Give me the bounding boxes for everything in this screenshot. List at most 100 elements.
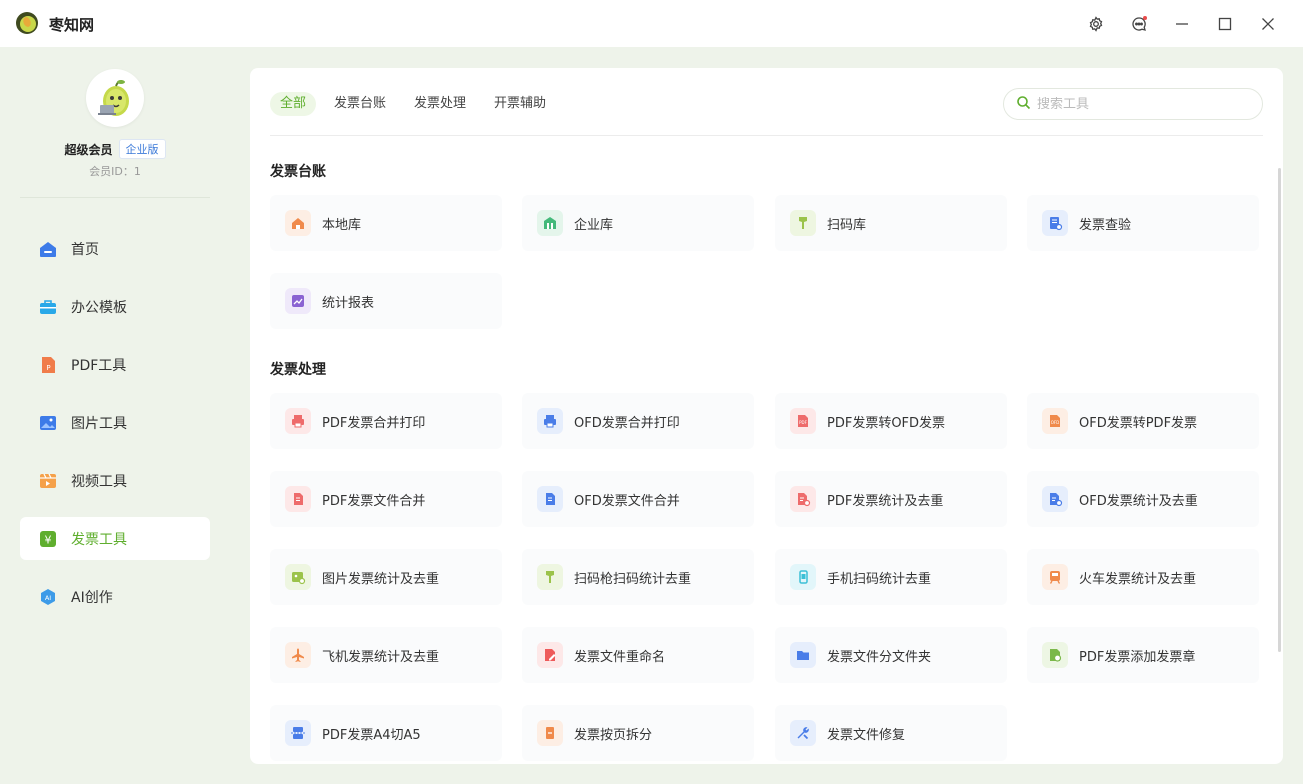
tool-card[interactable]: OFD发票统计及去重 bbox=[1027, 471, 1259, 527]
tool-card[interactable]: PDF发票合并打印 bbox=[270, 393, 502, 449]
tool-card[interactable]: PDF发票文件合并 bbox=[270, 471, 502, 527]
tool-card-label: 本地库 bbox=[322, 217, 362, 233]
search-icon bbox=[1016, 95, 1037, 114]
tool-card-label: 企业库 bbox=[574, 217, 614, 233]
briefcase-icon bbox=[38, 297, 58, 317]
tool-card-label: 扫码枪扫码统计去重 bbox=[574, 571, 692, 587]
search-box[interactable] bbox=[1003, 88, 1263, 120]
scanner-icon bbox=[537, 564, 563, 590]
sidebar-divider bbox=[20, 197, 210, 198]
tabs-divider bbox=[270, 135, 1263, 136]
sidebar-item-image-tools[interactable]: 图片工具 bbox=[20, 401, 210, 444]
maximize-icon[interactable] bbox=[1213, 12, 1237, 36]
member-badge: 企业版 bbox=[118, 139, 166, 159]
pdf-convert-icon: PDF bbox=[790, 408, 816, 434]
tool-card-label: PDF发票转OFD发票 bbox=[827, 415, 946, 431]
building-icon bbox=[537, 210, 563, 236]
ofd-convert-icon: OFD bbox=[1042, 408, 1068, 434]
sidebar-item-label: 视频工具 bbox=[71, 473, 127, 490]
main-panel: 全部 发票台账 发票处理 开票辅助 发票台账本地库企业库扫码库发票查验统计报表发… bbox=[250, 68, 1283, 764]
tool-card-label: PDF发票文件合并 bbox=[322, 493, 426, 509]
tool-card[interactable]: PDF发票A4切A5 bbox=[270, 705, 502, 761]
tool-card-label: OFD发票合并打印 bbox=[574, 415, 680, 431]
tool-card-label: 手机扫码统计去重 bbox=[827, 571, 932, 587]
tool-card[interactable]: 发票按页拆分 bbox=[522, 705, 754, 761]
sidebar-item-video-tools[interactable]: 视频工具 bbox=[20, 459, 210, 502]
tool-card[interactable]: 企业库 bbox=[522, 195, 754, 251]
tool-card[interactable]: OFD发票文件合并 bbox=[522, 471, 754, 527]
svg-text:P: P bbox=[46, 364, 50, 372]
tool-card-label: 火车发票统计及去重 bbox=[1079, 571, 1197, 587]
sidebar-item-invoice-tools[interactable]: ¥ 发票工具 bbox=[20, 517, 210, 560]
tab-invoicing-assist[interactable]: 开票辅助 bbox=[484, 92, 556, 116]
svg-text:PDF: PDF bbox=[799, 420, 807, 425]
member-title: 超级会员 bbox=[64, 142, 113, 157]
tool-card-label: PDF发票合并打印 bbox=[322, 415, 426, 431]
tool-card-label: 扫码库 bbox=[827, 217, 867, 233]
svg-text:OFD: OFD bbox=[1051, 420, 1060, 425]
tool-card[interactable]: 本地库 bbox=[270, 195, 502, 251]
tool-card[interactable]: 发票查验 bbox=[1027, 195, 1259, 251]
tool-card[interactable]: 扫码枪扫码统计去重 bbox=[522, 549, 754, 605]
video-icon bbox=[38, 471, 58, 491]
minimize-icon[interactable] bbox=[1170, 12, 1194, 36]
sidebar-item-pdf-tools[interactable]: P PDF工具 bbox=[20, 343, 210, 386]
close-icon[interactable] bbox=[1256, 12, 1280, 36]
tool-card[interactable]: OFD OFD发票转PDF发票 bbox=[1027, 393, 1259, 449]
tool-card[interactable]: 发票文件修复 bbox=[775, 705, 1007, 761]
phone-icon bbox=[790, 564, 816, 590]
tool-card-label: PDF发票统计及去重 bbox=[827, 493, 944, 509]
report-chart-icon bbox=[285, 288, 311, 314]
printer-icon bbox=[537, 408, 563, 434]
tool-card[interactable]: 扫码库 bbox=[775, 195, 1007, 251]
settings-icon[interactable] bbox=[1084, 12, 1108, 36]
sidebar-nav: 首页 办公模板 P PDF工具 图片工具 视频工具 ¥ 发票工具 AI AI创作 bbox=[20, 227, 210, 633]
tool-card-label: PDF发票添加发票章 bbox=[1079, 649, 1196, 665]
sidebar: 超级会员 企业版 会员ID：1 首页 办公模板 P PDF工具 图片工具 视频工… bbox=[0, 47, 230, 784]
cut-page-icon bbox=[285, 720, 311, 746]
rename-icon bbox=[537, 642, 563, 668]
tab-all[interactable]: 全部 bbox=[270, 92, 317, 116]
tool-card-label: 发票文件修复 bbox=[827, 727, 906, 743]
sidebar-item-home[interactable]: 首页 bbox=[20, 227, 210, 270]
sidebar-item-label: 办公模板 bbox=[71, 299, 127, 316]
title-bar: 枣知网 bbox=[0, 0, 1303, 47]
tool-card[interactable]: 火车发票统计及去重 bbox=[1027, 549, 1259, 605]
tool-card[interactable]: 图片发票统计及去重 bbox=[270, 549, 502, 605]
invoice-icon: ¥ bbox=[38, 529, 58, 549]
repair-icon bbox=[790, 720, 816, 746]
tool-card[interactable]: 发票文件重命名 bbox=[522, 627, 754, 683]
avatar[interactable] bbox=[86, 69, 144, 127]
tool-card[interactable]: PDF PDF发票转OFD发票 bbox=[775, 393, 1007, 449]
sidebar-item-office-templates[interactable]: 办公模板 bbox=[20, 285, 210, 328]
sidebar-item-label: 首页 bbox=[71, 241, 99, 258]
message-icon[interactable] bbox=[1127, 12, 1151, 36]
tool-card-label: 发票文件分文件夹 bbox=[827, 649, 932, 665]
tool-card[interactable]: 发票文件分文件夹 bbox=[775, 627, 1007, 683]
image-icon bbox=[38, 413, 58, 433]
sidebar-item-ai-creation[interactable]: AI AI创作 bbox=[20, 575, 210, 618]
pdf-icon: P bbox=[38, 355, 58, 375]
tool-card[interactable]: OFD发票合并打印 bbox=[522, 393, 754, 449]
scanner-icon bbox=[790, 210, 816, 236]
tab-invoice-ledger[interactable]: 发票台账 bbox=[324, 92, 396, 116]
file-merge-icon bbox=[285, 486, 311, 512]
tool-card[interactable]: 统计报表 bbox=[270, 273, 502, 329]
sidebar-item-label: AI创作 bbox=[71, 589, 113, 606]
tool-card-label: 发票按页拆分 bbox=[574, 727, 653, 743]
tool-card-label: 图片发票统计及去重 bbox=[322, 571, 440, 587]
tool-card[interactable]: PDF发票添加发票章 bbox=[1027, 627, 1259, 683]
search-input[interactable] bbox=[1037, 96, 1237, 112]
file-merge-icon bbox=[537, 486, 563, 512]
tool-card-label: OFD发票统计及去重 bbox=[1079, 493, 1198, 509]
member-info: 超级会员 企业版 bbox=[0, 139, 230, 159]
tool-card[interactable]: PDF发票统计及去重 bbox=[775, 471, 1007, 527]
invoice-check-icon bbox=[1042, 210, 1068, 236]
tool-card[interactable]: 手机扫码统计去重 bbox=[775, 549, 1007, 605]
tab-invoice-processing[interactable]: 发票处理 bbox=[404, 92, 476, 116]
scrollbar[interactable] bbox=[1278, 168, 1281, 652]
tool-card[interactable]: 飞机发票统计及去重 bbox=[270, 627, 502, 683]
tool-card-label: OFD发票转PDF发票 bbox=[1079, 415, 1198, 431]
svg-text:¥: ¥ bbox=[45, 533, 52, 546]
tool-card-label: 发票查验 bbox=[1079, 217, 1132, 233]
